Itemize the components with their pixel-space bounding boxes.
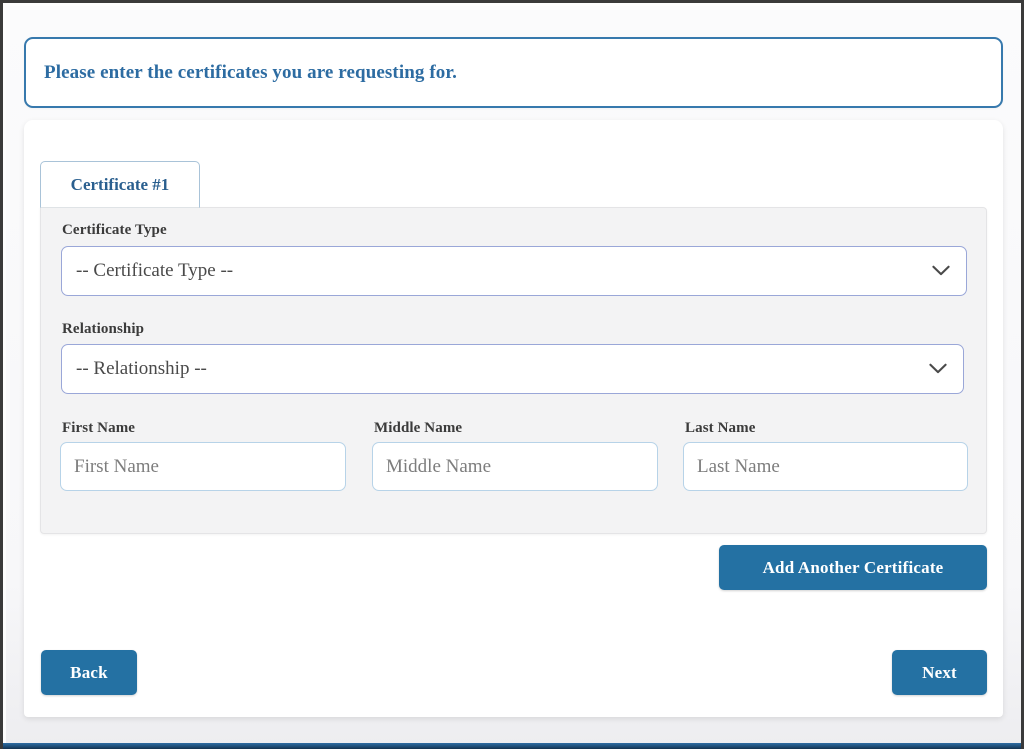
instruction-banner-text: Please enter the certificates you are re… [26,62,457,84]
back-button[interactable]: Back [41,650,137,695]
first-name-label: First Name [62,420,135,437]
relationship-label: Relationship [62,321,144,338]
tab-certificate-1-label: Certificate #1 [71,175,170,195]
last-name-label: Last Name [685,420,755,437]
certificate-type-select[interactable]: -- Certificate Type -- [61,246,967,296]
last-name-input[interactable]: Last Name [683,442,968,491]
instruction-banner: Please enter the certificates you are re… [24,37,1003,108]
chevron-down-icon [929,364,947,375]
middle-name-input[interactable]: Middle Name [372,442,658,491]
bottom-accent-bar [3,743,1021,749]
relationship-select-value: -- Relationship -- [76,358,207,380]
screenshot-frame: Please enter the certificates you are re… [0,0,1024,749]
relationship-select[interactable]: -- Relationship -- [61,344,964,394]
next-button[interactable]: Next [892,650,987,695]
certificate-type-select-value: -- Certificate Type -- [76,260,233,282]
chevron-down-icon [932,266,950,277]
certificate-type-label: Certificate Type [62,222,167,239]
first-name-input[interactable]: First Name [60,442,346,491]
certificate-fieldset: Certificate Type -- Certificate Type -- … [40,207,987,534]
middle-name-label: Middle Name [374,420,462,437]
add-another-certificate-button[interactable]: Add Another Certificate [719,545,987,590]
tab-certificate-1[interactable]: Certificate #1 [40,161,200,208]
